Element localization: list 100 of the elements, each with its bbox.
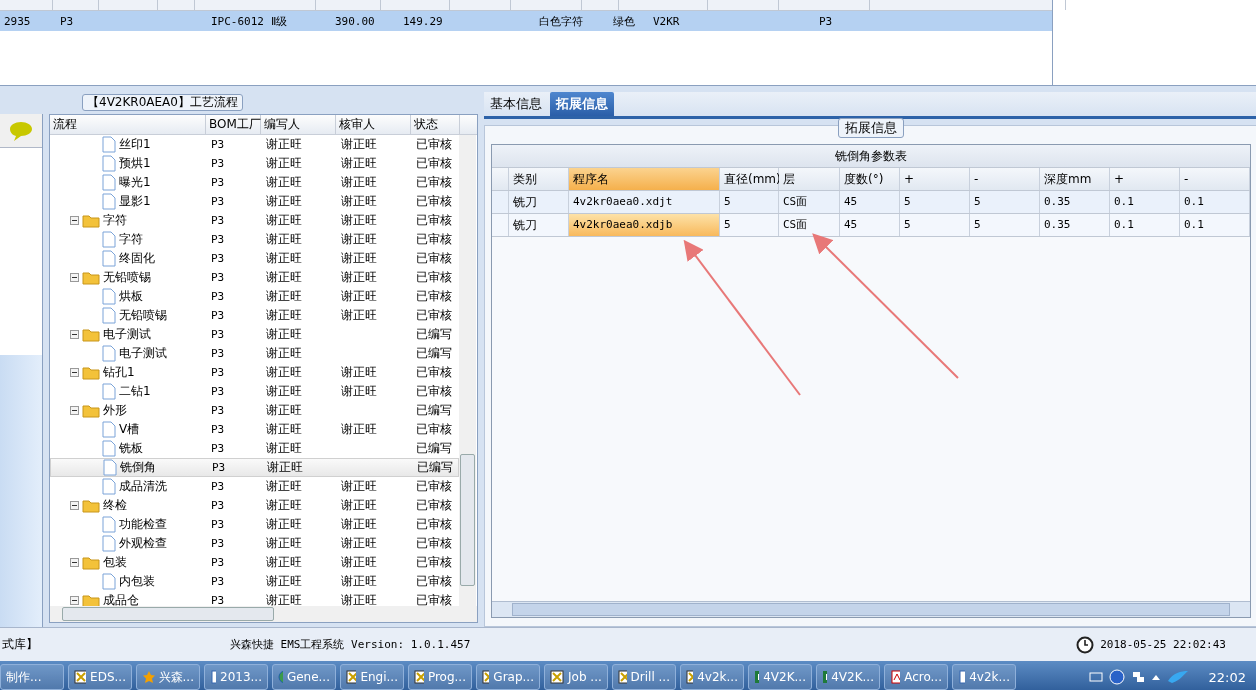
- collapse-icon[interactable]: [70, 501, 79, 510]
- tab[interactable]: 拓展信息: [550, 92, 614, 116]
- column-header[interactable]: 层: [779, 168, 840, 190]
- taskbar-button[interactable]: 4v2k...: [680, 664, 744, 690]
- tree-row[interactable]: 钻孔1 P3 谢正旺 谢正旺 已审核: [50, 363, 459, 382]
- help-icon[interactable]: [1108, 669, 1125, 685]
- table-cell-text: 谢正旺: [265, 155, 303, 172]
- column-header[interactable]: 类别: [509, 168, 569, 190]
- table-cell-text: 谢正旺: [340, 193, 378, 210]
- table-cell-text: 谢正旺: [265, 212, 303, 229]
- table-row[interactable]: 铣刀 4v2kr0aea0.xdjt 5 CS面 45 5 5 0.35 0.1 0.1: [492, 191, 1250, 214]
- step-name: 烘板: [119, 288, 143, 305]
- scrollbar[interactable]: [492, 601, 1250, 617]
- clock-icon: [1076, 635, 1095, 654]
- taskbar-button[interactable]: 4V2K...: [748, 664, 812, 690]
- column-header[interactable]: 直径(mm): [720, 168, 779, 190]
- tab[interactable]: 基本信息: [484, 92, 548, 116]
- star-icon: [142, 670, 155, 684]
- table-cell-text: 2935: [3, 14, 32, 28]
- taskbar-button[interactable]: EDS...: [68, 664, 132, 690]
- tree-row[interactable]: 丝印1 P3 谢正旺 谢正旺 已审核: [50, 135, 459, 154]
- table-row[interactable]: 2935 P3 IPC-6012 Ⅱ级 390.00 149.29 白色字符 绿色 V2KR P3: [0, 11, 1052, 31]
- scrollbar[interactable]: [50, 606, 477, 622]
- collapse-icon[interactable]: [70, 596, 79, 605]
- table-cell-text: 谢正旺: [265, 383, 303, 400]
- collapse-icon[interactable]: [70, 330, 79, 339]
- taskbar-button[interactable]: Gene...: [272, 664, 336, 690]
- step-name: 终固化: [119, 250, 155, 267]
- app-icon: [74, 670, 87, 684]
- tree-row[interactable]: 预烘1 P3 谢正旺 谢正旺 已审核: [50, 154, 459, 173]
- column-header[interactable]: 程序名: [569, 168, 720, 190]
- tree-row[interactable]: 烘板 P3 谢正旺 谢正旺 已审核: [50, 287, 459, 306]
- taskbar-button[interactable]: Engi...: [340, 664, 404, 690]
- taskbar-button[interactable]: Prog...: [408, 664, 472, 690]
- taskbar-button[interactable]: 兴森...: [136, 664, 200, 690]
- column-header[interactable]: -: [970, 168, 1040, 190]
- taskbar-button[interactable]: 4V2K...: [816, 664, 880, 690]
- keyboard-icon[interactable]: [1088, 671, 1103, 683]
- table-cell-text: IPC-6012 Ⅱ级: [210, 13, 288, 29]
- column-header[interactable]: 深度mm: [1040, 168, 1110, 190]
- tree-row[interactable]: 终检 P3 谢正旺 谢正旺 已审核: [50, 496, 459, 515]
- table-cell-text: 谢正旺: [340, 307, 378, 324]
- column-header[interactable]: 核审人: [336, 115, 411, 134]
- tree-row[interactable]: 曝光1 P3 谢正旺 谢正旺 已审核: [50, 173, 459, 192]
- step-name: 外观检查: [119, 535, 167, 552]
- column-header[interactable]: -: [1180, 168, 1250, 190]
- taskbar-button[interactable]: 制作...: [0, 664, 64, 690]
- tree-row[interactable]: 字符 P3 谢正旺 谢正旺 已审核: [50, 230, 459, 249]
- step-name: 电子测试: [103, 326, 151, 343]
- collapse-icon[interactable]: [70, 273, 79, 282]
- table-cell-text: 谢正旺: [340, 269, 378, 286]
- taskbar-button[interactable]: Job ...: [544, 664, 608, 690]
- column-header[interactable]: 度数(°): [840, 168, 900, 190]
- column-header[interactable]: 状态: [411, 115, 460, 134]
- table-cell: 铣刀: [509, 191, 569, 213]
- table-cell-text: P3: [210, 271, 226, 284]
- table-cell-text: 谢正旺: [265, 269, 303, 286]
- collapse-icon[interactable]: [70, 368, 79, 377]
- selected-row[interactable]: 铣倒角 P3 谢正旺 已编写: [50, 458, 459, 477]
- table-cell-text: P3: [210, 176, 226, 189]
- tree-row[interactable]: 功能检查 P3 谢正旺 谢正旺 已审核: [50, 515, 459, 534]
- collapse-icon[interactable]: [70, 216, 79, 225]
- network-icon[interactable]: [1130, 670, 1145, 684]
- column-header[interactable]: BOM工厂: [206, 115, 261, 134]
- table-cell-text: 谢正旺: [265, 231, 303, 248]
- collapse-icon[interactable]: [70, 558, 79, 567]
- taskbar-button[interactable]: Drill ...: [612, 664, 676, 690]
- tree-row[interactable]: 铣板 P3 谢正旺 已编写: [50, 439, 459, 458]
- step-name: 无铅喷锡: [119, 307, 167, 324]
- tree-row[interactable]: 电子测试 P3 谢正旺 已编写: [50, 325, 459, 344]
- column-header[interactable]: 编写人: [261, 115, 336, 134]
- table-cell: 5: [970, 214, 1040, 236]
- taskbar-button[interactable]: 4v2k...: [952, 664, 1016, 690]
- column-header[interactable]: 流程: [50, 115, 206, 134]
- table-cell-text: P3: [211, 461, 227, 474]
- column-header[interactable]: +: [1110, 168, 1180, 190]
- tree-row[interactable]: 二钻1 P3 谢正旺 谢正旺 已审核: [50, 382, 459, 401]
- tree-row[interactable]: 内包装 P3 谢正旺 谢正旺 已审核: [50, 572, 459, 591]
- tree-row[interactable]: 显影1 P3 谢正旺 谢正旺 已审核: [50, 192, 459, 211]
- table-cell-text: 已审核: [415, 307, 453, 324]
- tree-row[interactable]: 无铅喷锡 P3 谢正旺 谢正旺 已审核: [50, 306, 459, 325]
- tree-row[interactable]: 外观检查 P3 谢正旺 谢正旺 已审核: [50, 534, 459, 553]
- column-header[interactable]: +: [900, 168, 970, 190]
- taskbar-button[interactable]: Grap...: [476, 664, 540, 690]
- tree-row[interactable]: 外形 P3 谢正旺 已编写: [50, 401, 459, 420]
- tree-row[interactable]: 电子测试 P3 谢正旺 已编写: [50, 344, 459, 363]
- tree-row[interactable]: 终固化 P3 谢正旺 谢正旺 已审核: [50, 249, 459, 268]
- taskbar-button[interactable]: Acro...: [884, 664, 948, 690]
- tree-row[interactable]: 成品清洗 P3 谢正旺 谢正旺 已审核: [50, 477, 459, 496]
- table-row[interactable]: 铣刀 4v2kr0aea0.xdjb 5 CS面 45 5 5 0.35 0.1 0.1: [492, 214, 1250, 237]
- collapse-icon[interactable]: [70, 406, 79, 415]
- tree-row[interactable]: 字符 P3 谢正旺 谢正旺 已审核: [50, 211, 459, 230]
- step-name: 外形: [103, 402, 127, 419]
- tree-row[interactable]: 包装 P3 谢正旺 谢正旺 已审核: [50, 553, 459, 572]
- tree-row[interactable]: V槽 P3 谢正旺 谢正旺 已审核: [50, 420, 459, 439]
- expand-tray-icon[interactable]: [1150, 673, 1161, 681]
- tree-row[interactable]: 成品仓 P3 谢正旺 谢正旺 已审核: [50, 591, 459, 606]
- scrollbar[interactable]: [459, 135, 476, 606]
- taskbar-button[interactable]: 2013...: [204, 664, 268, 690]
- tree-row[interactable]: 无铅喷锡 P3 谢正旺 谢正旺 已审核: [50, 268, 459, 287]
